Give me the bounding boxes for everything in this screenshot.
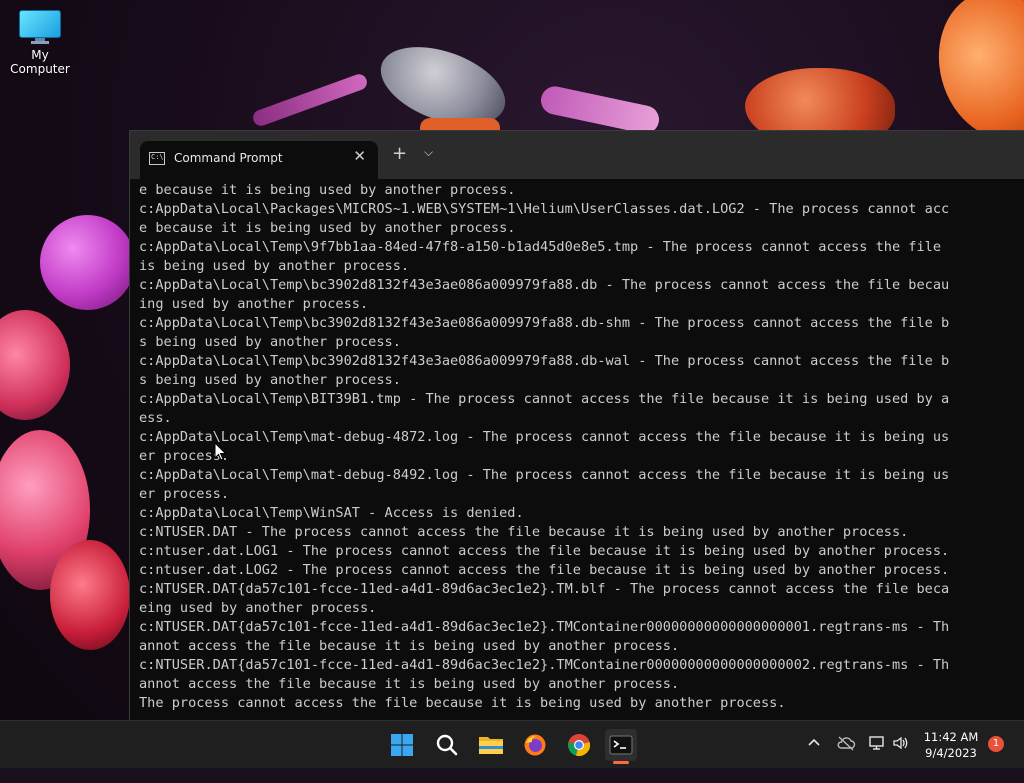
new-tab-button[interactable]: + (392, 143, 407, 164)
close-tab-icon[interactable]: ✕ (353, 147, 366, 165)
console-line: is being used by another process. (139, 258, 410, 274)
desktop-icon-my-computer[interactable]: My Computer (2, 10, 78, 76)
windows-logo-icon[interactable] (386, 729, 418, 761)
wallpaper-shape (50, 540, 130, 650)
console-line: annot access the file because it is bein… (139, 676, 680, 692)
console-line: e because it is being used by another pr… (139, 220, 516, 236)
console-line: s being used by another process. (139, 372, 401, 388)
firefox-icon[interactable] (519, 729, 551, 761)
console-line: ing used by another process. (139, 296, 369, 312)
console-line: eing used by another process. (139, 600, 377, 616)
console-line: er process. (139, 486, 230, 502)
console-line: ess. (139, 410, 172, 426)
clock[interactable]: 11:42 AM 9/4/2023 (918, 729, 984, 761)
console-line: c:NTUSER.DAT{da57c101-fcce-11ed-a4d1-89d… (139, 657, 950, 673)
console-line: e because it is being used by another pr… (139, 182, 516, 198)
console-line: c:AppData\Local\Temp\mat-debug-4872.log … (139, 429, 950, 445)
tab-title: Command Prompt (174, 151, 283, 165)
console-line: c:AppData\Local\Temp\bc3902d8132f43e3ae0… (139, 315, 950, 331)
console-line: annot access the file because it is bein… (139, 638, 680, 654)
console-line: c:AppData\Local\Temp\BIT39B1.tmp - The p… (139, 391, 950, 407)
notification-badge[interactable]: 1 (988, 736, 1004, 752)
chrome-icon[interactable] (563, 729, 595, 761)
clock-date: 9/4/2023 (925, 746, 977, 760)
console-line: c:AppData\Local\Temp\bc3902d8132f43e3ae0… (139, 277, 950, 293)
search-icon[interactable] (431, 729, 463, 761)
wallpaper-shape (250, 71, 370, 129)
wallpaper-shape (40, 215, 135, 310)
console-line: c:ntuser.dat.LOG1 - The process cannot a… (139, 543, 950, 559)
folder-icon[interactable] (475, 729, 507, 761)
active-app-indicator (613, 761, 629, 764)
wallpaper-shape (0, 310, 70, 420)
console-line: The process cannot access the file becau… (139, 695, 786, 711)
console-output[interactable]: e because it is being used by another pr… (139, 181, 1024, 721)
chevron-down-icon[interactable]: ⌵ (424, 145, 433, 160)
console-line: c:AppData\Local\Temp\9f7bb1aa-84ed-47f8-… (139, 239, 942, 255)
network-icon[interactable] (868, 735, 886, 783)
cloud-offline-icon[interactable] (836, 735, 856, 783)
chevron-up-icon[interactable] (806, 735, 822, 783)
console-line: c:AppData\Local\Temp\mat-debug-8492.log … (139, 467, 950, 483)
command-prompt-icon: C:\ (149, 152, 165, 165)
taskbar: 11:42 AM 9/4/2023 (0, 720, 1024, 768)
console-line: er process. (139, 448, 230, 464)
console-line: c:AppData\Local\Temp\WinSAT - Access is … (139, 505, 524, 521)
console-line: s being used by another process. (139, 334, 401, 350)
wallpaper-shape (538, 83, 662, 137)
terminal-icon[interactable] (605, 729, 637, 761)
volume-icon[interactable] (892, 735, 910, 783)
console-line: c:NTUSER.DAT{da57c101-fcce-11ed-a4d1-89d… (139, 619, 950, 635)
console-line: c:NTUSER.DAT - The process cannot access… (139, 524, 909, 540)
title-bar[interactable]: C:\ Command Prompt ✕ + ⌵ (130, 131, 1024, 179)
terminal-window[interactable]: C:\ Command Prompt ✕ + ⌵ e because it is… (129, 130, 1024, 721)
tab-command-prompt[interactable]: C:\ Command Prompt ✕ (140, 141, 378, 179)
console-line: c:AppData\Local\Temp\bc3902d8132f43e3ae0… (139, 353, 950, 369)
clock-time: 11:42 AM (923, 730, 979, 744)
monitor-icon (19, 10, 61, 44)
console-line: c:ntuser.dat.LOG2 - The process cannot a… (139, 562, 950, 578)
console-line: c:AppData\Local\Packages\MICROS~1.WEB\SY… (139, 201, 950, 217)
desktop-icon-label: My Computer (10, 48, 70, 76)
console-line: c:NTUSER.DAT{da57c101-fcce-11ed-a4d1-89d… (139, 581, 950, 597)
